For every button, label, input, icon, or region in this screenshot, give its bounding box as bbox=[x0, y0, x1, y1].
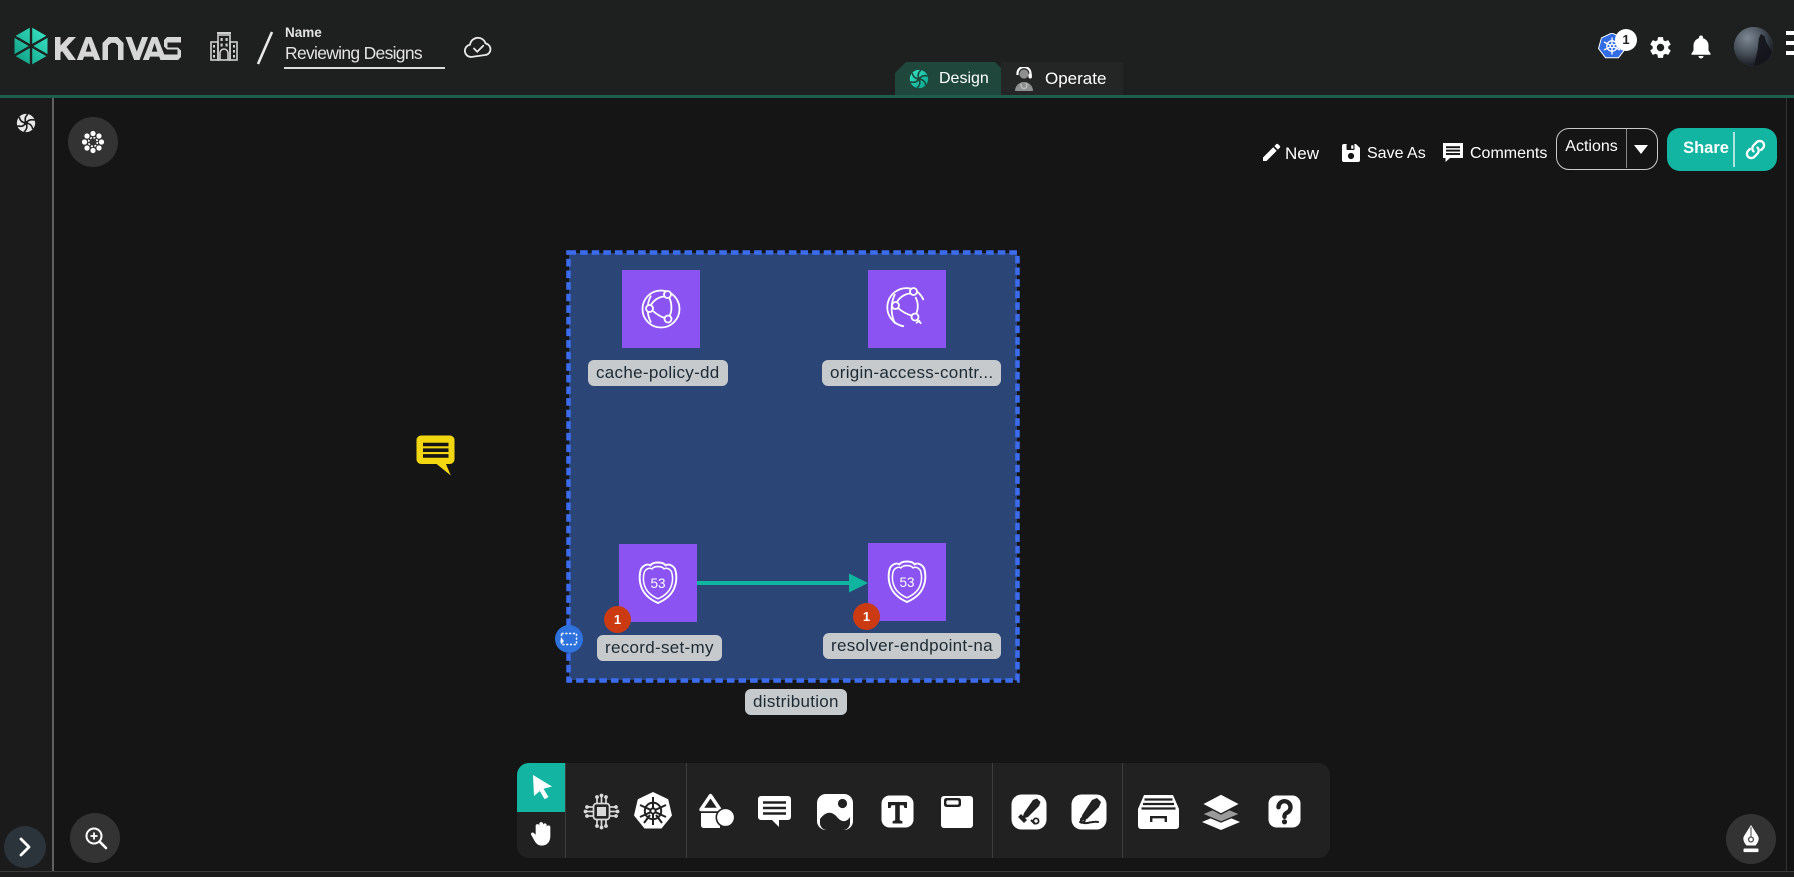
svg-text:53: 53 bbox=[899, 575, 914, 590]
svg-text:53: 53 bbox=[650, 576, 665, 591]
